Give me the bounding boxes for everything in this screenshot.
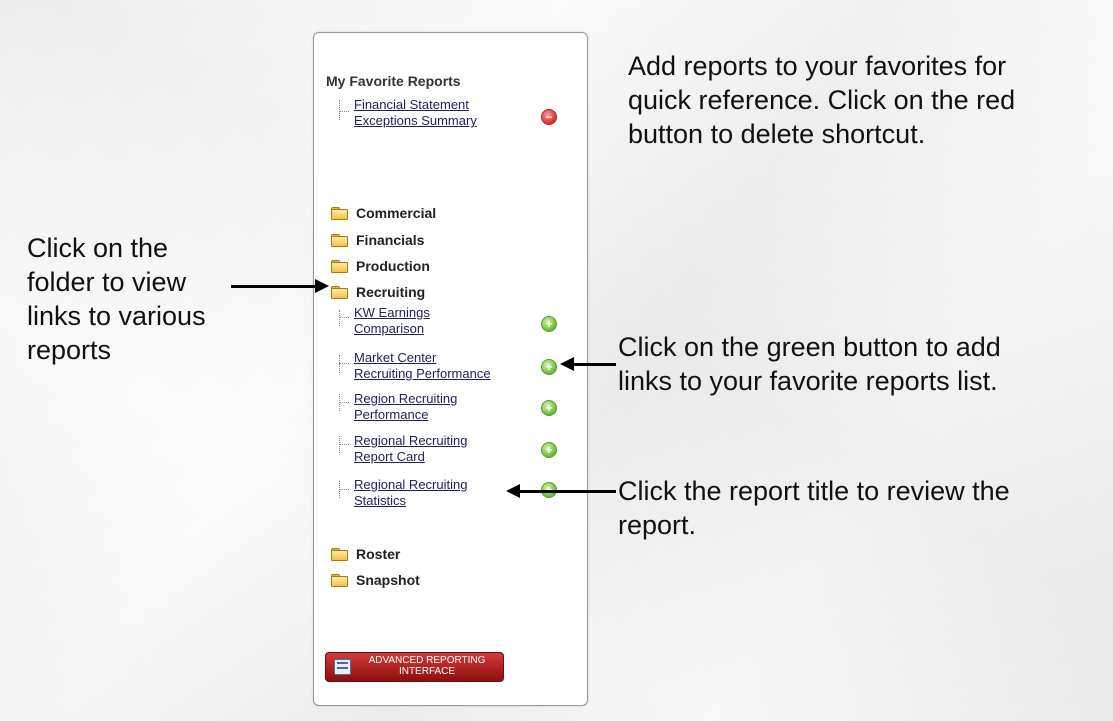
report-link-market-center-recruiting-performance[interactable]: Market Center Recruiting Performance [354,350,491,382]
callout-line: folder to view [27,267,187,297]
report-link-line1: KW Earnings [354,305,430,320]
folder-snapshot[interactable]: Snapshot [331,570,420,590]
plus-icon: + [545,360,553,374]
add-favorite-button[interactable]: + [541,316,557,332]
report-link-region-recruiting-performance[interactable]: Region Recruiting Performance [354,391,457,423]
tree-connector [339,310,340,326]
callout-line: Add reports to your favorites for [628,51,1007,81]
folder-production[interactable]: Production [331,256,430,276]
folder-label: Production [356,258,430,274]
callout-line: report. [618,510,697,540]
report-window-icon [334,659,351,675]
report-link-line2: Recruiting Performance [354,366,491,381]
folder-icon [331,260,348,273]
report-link-line2: Statistics [354,493,407,508]
tree-connector [339,100,340,120]
folder-label: Recruiting [356,284,426,300]
callout-line: button to delete shortcut. [628,119,926,149]
add-favorite-button[interactable]: + [541,400,557,416]
report-title-callout: Click the report title to review the rep… [618,474,1010,542]
folder-arrow [231,285,317,288]
callout-line: Click the report title to review the [618,476,1010,506]
report-link-line2: Report Card [354,449,425,464]
folder-icon [331,574,348,587]
callout-line: links to your favorite reports list. [618,366,998,396]
report-link-line2: Performance [354,407,429,422]
folder-recruiting[interactable]: Recruiting [331,282,425,302]
favorites-callout: Add reports to your favorites for quick … [628,49,1015,151]
favorite-report-link-line2: Exceptions Summary [354,113,477,128]
report-link-kw-earnings-comparison[interactable]: KW Earnings Comparison [354,305,430,337]
folder-commercial[interactable]: Commercial [331,203,436,223]
open-folder-icon [331,286,348,299]
plus-icon: + [545,443,553,457]
callout-line: quick reference. Click on the red [628,85,1016,115]
folder-callout: Click on the folder to view links to var… [27,231,206,367]
tree-connector [339,489,349,490]
tree-connector [339,355,340,373]
callout-line: Click on the [27,233,169,263]
advanced-reporting-label-line1: ADVANCED REPORTING [368,655,486,666]
minus-icon: − [545,110,553,124]
report-link-regional-recruiting-report-card[interactable]: Regional Recruiting Report Card [354,433,467,465]
report-link-line1: Regional Recruiting [354,477,468,492]
report-title-arrow [518,490,616,493]
plus-icon: + [545,401,553,415]
favorite-report-link-line1: Financial Statement [354,97,469,112]
callout-line: links to various [27,301,206,331]
advanced-reporting-button-label: ADVANCED REPORTING INTERFACE [354,655,500,677]
folder-icon [331,234,348,247]
report-link-line1: Regional Recruiting [354,433,468,448]
favorites-heading: My Favorite Reports [326,73,461,89]
plus-icon: + [545,317,553,331]
tree-connector [339,111,349,112]
add-favorite-button[interactable]: + [541,359,557,375]
report-link-line1: Market Center [354,350,437,365]
folder-financials[interactable]: Financials [331,230,424,250]
advanced-reporting-label-line2: INTERFACE [398,666,456,677]
report-link-line2: Comparison [354,321,425,336]
callout-line: Click on the green button to add [618,332,1001,362]
folder-icon [331,548,348,561]
remove-favorite-button[interactable]: − [541,109,557,125]
green-button-callout: Click on the green button to add links t… [618,330,1001,398]
tree-connector [339,363,349,364]
add-favorite-button[interactable]: + [541,442,557,458]
tree-connector [339,444,349,445]
folder-roster[interactable]: Roster [331,544,400,564]
tree-connector [339,402,349,403]
report-link-regional-recruiting-statistics[interactable]: Regional Recruiting Statistics [354,477,467,509]
folder-label: Snapshot [356,572,420,588]
folder-arrow-head [315,279,329,293]
advanced-reporting-interface-button[interactable]: ADVANCED REPORTING INTERFACE [325,652,504,682]
favorite-report-link[interactable]: Financial Statement Exceptions Summary [354,97,477,129]
folder-label: Roster [356,546,401,562]
folder-label: Commercial [356,205,437,221]
report-link-line1: Region Recruiting [354,391,458,406]
green-button-arrow [572,363,616,366]
tree-connector [339,317,349,318]
callout-line: reports [27,335,112,365]
folder-icon [331,207,348,220]
folder-label: Financials [356,232,425,248]
